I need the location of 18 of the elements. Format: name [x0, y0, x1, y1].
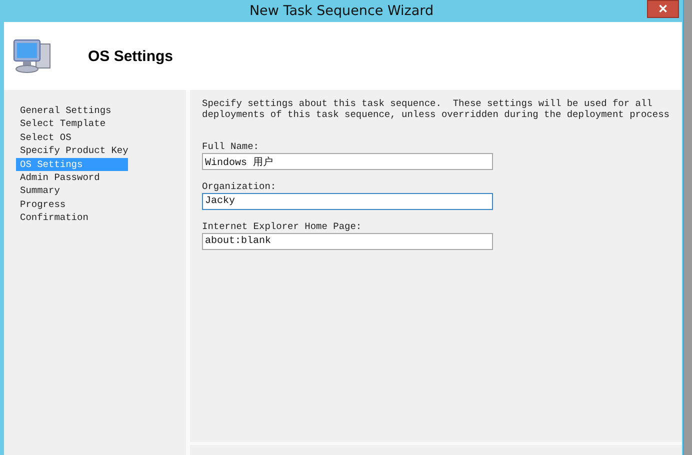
field-label: Organization: [202, 180, 276, 193]
field-label: Internet Explorer Home Page: [202, 220, 362, 233]
input-field[interactable]: Jacky [202, 193, 493, 210]
close-button[interactable]: ✕ [647, 0, 679, 18]
step-item[interactable]: Progress [16, 198, 128, 212]
step-item[interactable]: Confirmation [16, 211, 128, 225]
step-item[interactable]: Admin Password [16, 170, 128, 184]
step-item[interactable]: General Settings [16, 104, 128, 118]
page-title: OS Settings [88, 48, 174, 64]
description-text: Specify settings about this task sequence. These settings will be used for all deployments of this task sequence, unless overridden during the deployment process [202, 98, 670, 120]
field-label: Full Name: [202, 140, 260, 153]
step-item[interactable]: Select OS [16, 130, 128, 144]
input-field[interactable]: Windows 用户 [202, 153, 493, 170]
input-field[interactable]: about:blank [202, 233, 493, 250]
step-item[interactable]: Select Template [16, 117, 128, 131]
step-item[interactable]: Specify Product Key [16, 144, 128, 158]
step-item[interactable]: Summary [16, 184, 128, 198]
window-title: New Task Sequence Wizard [249, 3, 434, 19]
